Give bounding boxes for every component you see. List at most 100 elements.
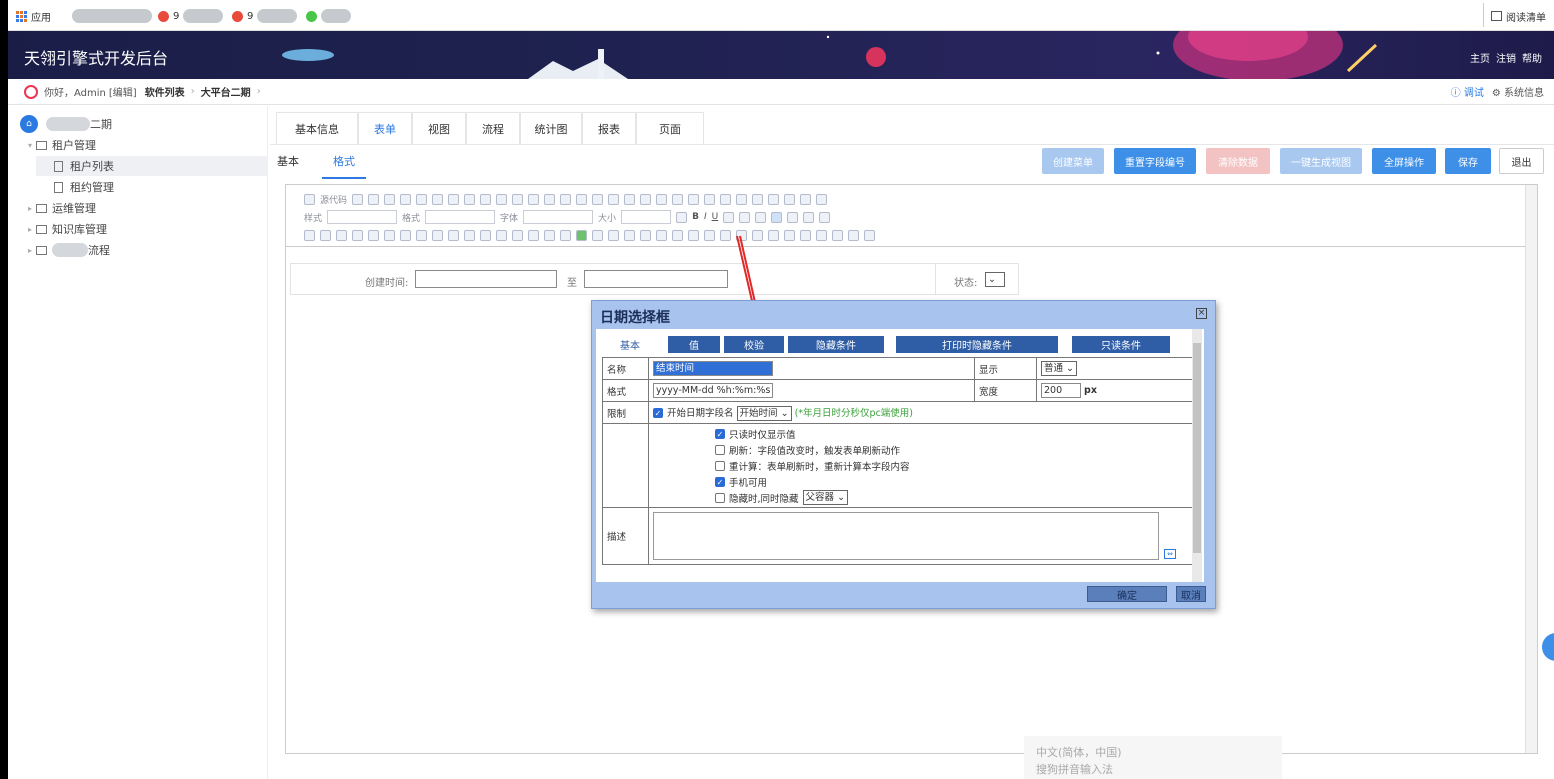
subtab-format[interactable]: 格式 <box>333 153 355 169</box>
ime-indicator: 中文(简体，中国) 搜狗拼音输入法 <box>1024 736 1282 779</box>
edit-link[interactable]: [编辑] <box>109 84 137 99</box>
create-menu-button[interactable]: 创建菜单 <box>1042 148 1104 174</box>
status-select[interactable]: ⌄ <box>985 272 1005 287</box>
greeting: 你好，Admin <box>44 88 106 99</box>
apps-bookmark[interactable]: 应用 <box>16 8 51 24</box>
option-hide-together[interactable]: 隐藏时,同时隐藏 父容器 ⌄ <box>715 490 1197 506</box>
date-picker-dialog: 日期选择框 × 基本 值 校验 隐藏条件 打印时隐藏条件 只读条件 名称 结束时… <box>591 300 1216 609</box>
exit-button[interactable]: 退出 <box>1499 148 1544 174</box>
bookmark-4[interactable] <box>306 8 351 24</box>
display-select[interactable]: 普通 ⌄ <box>1041 361 1077 376</box>
fullscreen-button[interactable]: 全屏操作 <box>1372 148 1436 174</box>
sidebar-root[interactable]: ⌂ 二期 <box>20 114 112 134</box>
collapse-handle-icon[interactable] <box>1542 633 1554 661</box>
subtab-basic[interactable]: 基本 <box>277 153 299 169</box>
option-readonly-show-value[interactable]: ✓ 只读时仅显示值 <box>715 426 1197 442</box>
logout-link[interactable]: 注销 <box>1496 50 1516 65</box>
name-input[interactable]: 结束时间 <box>653 361 773 376</box>
breadcrumb: 你好，Admin [编辑] 软件列表 › 大平台二期 › ⓘ 调试 ⚙ 系统信息 <box>8 79 1554 105</box>
generate-view-button[interactable]: 一键生成视图 <box>1280 148 1362 174</box>
sidebar-item-ops[interactable]: ▸ 运维管理 <box>28 198 96 218</box>
tab-report[interactable]: 报表 <box>582 112 636 144</box>
sidebar: ⌂ 二期 ▾ 租户管理 租户列表 租约管理 ▸ 运维管理 ▸ 知识库管理 ▸ 流… <box>8 106 268 779</box>
hide-container-select[interactable]: 父容器 ⌄ <box>802 490 849 505</box>
option-mobile[interactable]: ✓ 手机可用 <box>715 474 1197 490</box>
dialog-title: 日期选择框 <box>600 310 670 326</box>
folder-icon <box>36 203 48 213</box>
sidebar-item-tenant[interactable]: ▾ 租户管理 <box>28 135 96 155</box>
chevron-right-icon: › <box>190 86 195 97</box>
dialog-scrollbar[interactable] <box>1192 329 1202 582</box>
find-icon[interactable] <box>676 211 688 223</box>
editor-scrollbar[interactable] <box>1525 185 1537 753</box>
tab-view[interactable]: 视图 <box>412 112 466 144</box>
dialog-tab-validate[interactable]: 校验 <box>724 336 784 353</box>
app-header: 天翎引擎式开发后台 主页 注销 帮助 <box>8 31 1554 79</box>
start-field-select[interactable]: 开始时间 ⌄ <box>736 405 792 421</box>
dialog-tab-hide-condition[interactable]: 隐藏条件 <box>788 336 884 353</box>
toolbar-row-1: 源代码 <box>304 190 828 208</box>
option-recalculate[interactable]: 重计算：表单刷新时，重新计算本字段内容 <box>715 458 1197 474</box>
ok-button[interactable]: 确定 <box>1087 586 1167 602</box>
description-textarea[interactable]: ⇔ <box>653 512 1176 560</box>
avatar <box>24 84 38 99</box>
system-info-link[interactable]: ⚙ 系统信息 <box>1492 84 1544 99</box>
dialog-tab-print-hide[interactable]: 打印时隐藏条件 <box>896 336 1058 353</box>
create-time-start-input[interactable] <box>415 270 557 288</box>
format-select[interactable] <box>425 210 496 224</box>
dialog-form-table: 名称 结束时间 显示 普通 ⌄ 格式 yyyy-MM-dd %h:%m:%s 宽… <box>602 357 1202 565</box>
font-select[interactable] <box>523 210 594 224</box>
dialog-tab-basic[interactable]: 基本 <box>600 336 660 353</box>
expand-icon[interactable]: ⇔ <box>1164 549 1176 559</box>
editor-toolbar: 源代码 样式 格式 字体 大小 BIU <box>286 185 1537 247</box>
sidebar-item-lease[interactable]: 租约管理 <box>54 177 114 197</box>
source-icon[interactable] <box>304 193 315 205</box>
sidebar-item-kb[interactable]: ▸ 知识库管理 <box>28 219 107 239</box>
dialog-tab-value[interactable]: 值 <box>668 336 720 353</box>
sidebar-item-tenant-list[interactable]: 租户列表 <box>36 156 268 176</box>
bookmark-2[interactable]: 9 <box>158 8 224 24</box>
tab-page[interactable]: 页面 <box>636 112 704 144</box>
width-input[interactable]: 200 <box>1041 383 1081 398</box>
breadcrumb-platform[interactable]: 大平台二期 <box>201 84 251 99</box>
toolbar-row-3 <box>304 226 875 244</box>
tab-chart[interactable]: 统计图 <box>520 112 582 144</box>
format-input[interactable]: yyyy-MM-dd %h:%m:%s <box>653 383 773 398</box>
apps-grid-icon <box>16 10 27 22</box>
document-icon <box>54 160 63 172</box>
tab-basic-info[interactable]: 基本信息 <box>276 112 358 144</box>
home-link[interactable]: 主页 <box>1470 50 1490 65</box>
style-select[interactable] <box>327 210 398 224</box>
chevron-right-icon: ▸ <box>28 245 33 255</box>
reading-list[interactable]: 阅读清单 <box>1491 8 1546 24</box>
reading-list-icon <box>1491 11 1502 21</box>
reset-field-number-button[interactable]: 重置字段编号 <box>1114 148 1196 174</box>
folder-open-icon <box>36 140 48 150</box>
bookmark-blurred[interactable] <box>72 8 152 24</box>
chevron-right-icon: ▸ <box>28 203 33 213</box>
source-button[interactable]: 源代码 <box>320 193 347 206</box>
sidebar-item-process[interactable]: ▸ 流程 <box>28 240 110 260</box>
tab-form[interactable]: 表单 <box>358 112 412 144</box>
save-button[interactable]: 保存 <box>1445 148 1491 174</box>
chevron-down-icon: ▾ <box>28 140 33 150</box>
home-icon: ⌂ <box>20 115 38 133</box>
create-time-end-input[interactable] <box>584 270 728 288</box>
tab-flow[interactable]: 流程 <box>466 112 520 144</box>
clear-data-button[interactable]: 清除数据 <box>1206 148 1270 174</box>
document-icon <box>54 181 63 193</box>
option-refresh[interactable]: 刷新：字段值改变时，触发表单刷新动作 <box>715 442 1197 458</box>
dialog-tab-readonly[interactable]: 只读条件 <box>1072 336 1170 353</box>
start-date-checkbox[interactable]: ✓ <box>653 408 663 418</box>
app-title: 天翎引擎式开发后台 <box>24 49 169 68</box>
header-artwork <box>282 31 1378 79</box>
size-select[interactable] <box>621 210 672 224</box>
cancel-button[interactable]: 取消 <box>1176 586 1206 602</box>
breadcrumb-software-list[interactable]: 软件列表 <box>145 84 185 99</box>
chevron-right-icon: ▸ <box>28 224 33 234</box>
help-link[interactable]: 帮助 <box>1522 50 1542 65</box>
window-edge <box>0 0 8 779</box>
close-icon[interactable]: × <box>1196 308 1207 319</box>
debug-link[interactable]: ⓘ 调试 <box>1451 84 1484 99</box>
bookmark-3[interactable]: 9 <box>232 8 298 24</box>
